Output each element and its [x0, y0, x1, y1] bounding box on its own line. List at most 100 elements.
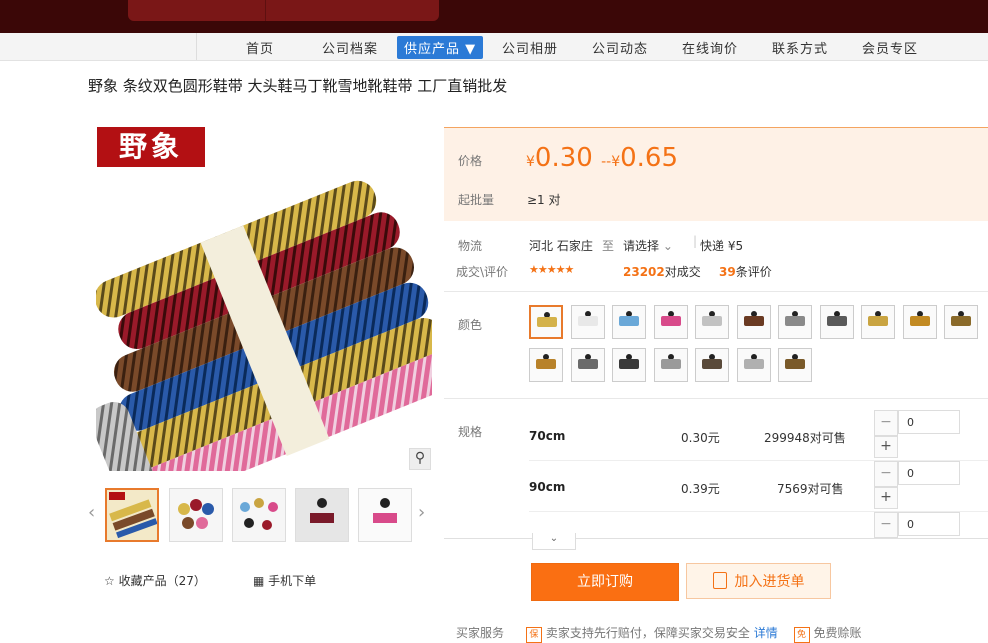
reviews[interactable]: 39条评价 [719, 263, 772, 280]
thumbnail-4[interactable] [295, 488, 349, 542]
yen-symbol: ¥ [526, 154, 535, 170]
yen-symbol-2: ¥ [611, 154, 621, 170]
spec-price: 0.30元 [681, 431, 720, 445]
chevron-down-icon: ⌄ [549, 533, 559, 544]
color-swatch[interactable] [570, 348, 605, 382]
color-swatch[interactable] [612, 305, 646, 339]
price-box [444, 127, 988, 221]
divider: | [693, 234, 698, 248]
color-swatch[interactable] [778, 348, 812, 382]
color-swatch[interactable] [819, 305, 854, 339]
color-swatch[interactable] [612, 348, 646, 382]
spec-price: 0.39元 [681, 482, 720, 496]
color-swatch[interactable] [529, 348, 563, 382]
nav-products[interactable]: 供应产品 ▼ [397, 36, 484, 59]
service-text-1: 卖家支持先行赔付，保障买家交易安全 [545, 626, 750, 640]
minus-button[interactable]: − [874, 410, 898, 436]
swatch-color [702, 359, 722, 369]
color-swatch[interactable] [861, 305, 895, 339]
rating-stars-icon: ★★★★★ [529, 263, 574, 276]
nav-members[interactable]: 会员专区 [862, 38, 918, 57]
nav-inquiry[interactable]: 在线询价 [682, 38, 738, 57]
main-product-image[interactable]: 野象 [96, 125, 432, 471]
moq-value: ≥1 对 [527, 193, 561, 207]
logistics-to-word: 至 [602, 239, 615, 253]
thumbnail-3[interactable] [232, 488, 286, 542]
reviews-count: 39 [719, 265, 736, 279]
price-low: 0.30 [534, 143, 593, 173]
color-swatch[interactable] [778, 305, 812, 339]
swatch-color [577, 316, 598, 326]
deals-label: 成交\评价 [456, 265, 509, 279]
color-swatch[interactable] [736, 348, 771, 382]
nav-home[interactable]: 首页 [246, 38, 274, 57]
add-to-cart-button[interactable]: 加入进货单 [686, 563, 831, 599]
mobile-order[interactable]: ▦ 手机下单 [253, 572, 316, 589]
thumb-next-arrow-icon[interactable]: › [418, 502, 425, 523]
swatch-color [785, 359, 805, 369]
quantity-input[interactable]: 0 [898, 512, 960, 536]
favorite-product[interactable]: ☆ 收藏产品（27） [104, 572, 206, 589]
swatch-color [660, 316, 681, 326]
price-sep: -- [601, 154, 612, 170]
spec-row-90cm: 90cm 0.39元 7569对可售 − 0 + [529, 461, 988, 511]
nav-news[interactable]: 公司动态 [592, 38, 648, 57]
swatch-color [702, 316, 722, 326]
spec-label: 规格 [458, 425, 483, 439]
swatch-color [536, 359, 556, 369]
zoom-icon[interactable]: ⚲ [409, 448, 431, 470]
color-swatch[interactable] [529, 305, 563, 339]
thumb-prev-arrow-icon[interactable]: ‹ [88, 502, 95, 523]
destination-select-label: 请选择 [623, 239, 660, 253]
color-swatch[interactable] [902, 305, 937, 339]
nav-album[interactable]: 公司相册 [502, 38, 558, 57]
deals-count: 23202 [623, 265, 665, 279]
color-swatch[interactable] [944, 305, 978, 339]
top-banner [0, 0, 988, 33]
list-icon [712, 571, 727, 589]
swatch-color [660, 359, 681, 369]
swatch-color [909, 316, 930, 326]
service-details-link[interactable]: 详情 [754, 626, 778, 640]
expand-specs-button[interactable]: ⌄ [532, 533, 576, 550]
thumbnail-2[interactable] [169, 488, 223, 542]
color-swatch[interactable] [653, 348, 688, 382]
minus-button[interactable]: − [874, 512, 898, 538]
plus-button[interactable]: + [874, 487, 898, 509]
plus-button[interactable]: + [874, 436, 898, 458]
deals-suffix: 对成交 [664, 265, 701, 279]
destination-select[interactable]: 请选择 ⌄ [623, 237, 673, 254]
swatch-color [951, 316, 971, 326]
add-to-cart-label: 加入进货单 [734, 574, 805, 590]
swatch-color [577, 359, 598, 369]
service-text-2: 免费赊账 [813, 626, 862, 640]
swatch-color [785, 316, 805, 326]
express-fee: 快递 ¥5 [700, 239, 744, 253]
color-label: 颜色 [458, 318, 483, 332]
chevron-down-icon: ⌄ [662, 239, 673, 253]
buy-now-button[interactable]: 立即订购 [531, 563, 679, 601]
logistics-from: 河北 石家庄 [529, 239, 593, 253]
moq-label: 起批量 [458, 193, 495, 207]
quantity-input[interactable]: 0 [898, 461, 960, 485]
color-swatch[interactable] [695, 305, 729, 339]
deals[interactable]: 23202对成交 [623, 263, 701, 280]
nav-company-profile[interactable]: 公司档案 [322, 38, 378, 57]
buyer-service: 买家服务 保卖家支持先行赔付，保障买家交易安全 详情 免免费赊账 [456, 624, 862, 643]
quantity-input[interactable]: 0 [898, 410, 960, 434]
swatch-color [868, 316, 888, 326]
nav-contact[interactable]: 联系方式 [772, 38, 828, 57]
thumbnail-5[interactable] [358, 488, 412, 542]
color-swatch[interactable] [570, 305, 605, 339]
product-title: 野象 条纹双色圆形鞋带 大头鞋马丁靴雪地靴鞋带 工厂直销批发 [88, 77, 508, 95]
price-high: 0.65 [620, 143, 678, 173]
color-swatch[interactable] [695, 348, 729, 382]
quantity-stepper: − 0 + [874, 461, 962, 509]
minus-button[interactable]: − [874, 461, 898, 487]
color-swatch[interactable] [653, 305, 688, 339]
color-swatch[interactable] [736, 305, 771, 339]
swatch-color [743, 316, 764, 326]
thumbnail-1[interactable] [105, 488, 159, 542]
brand-badge: 野象 [97, 127, 205, 167]
qr-code-icon: ▦ [253, 574, 265, 588]
